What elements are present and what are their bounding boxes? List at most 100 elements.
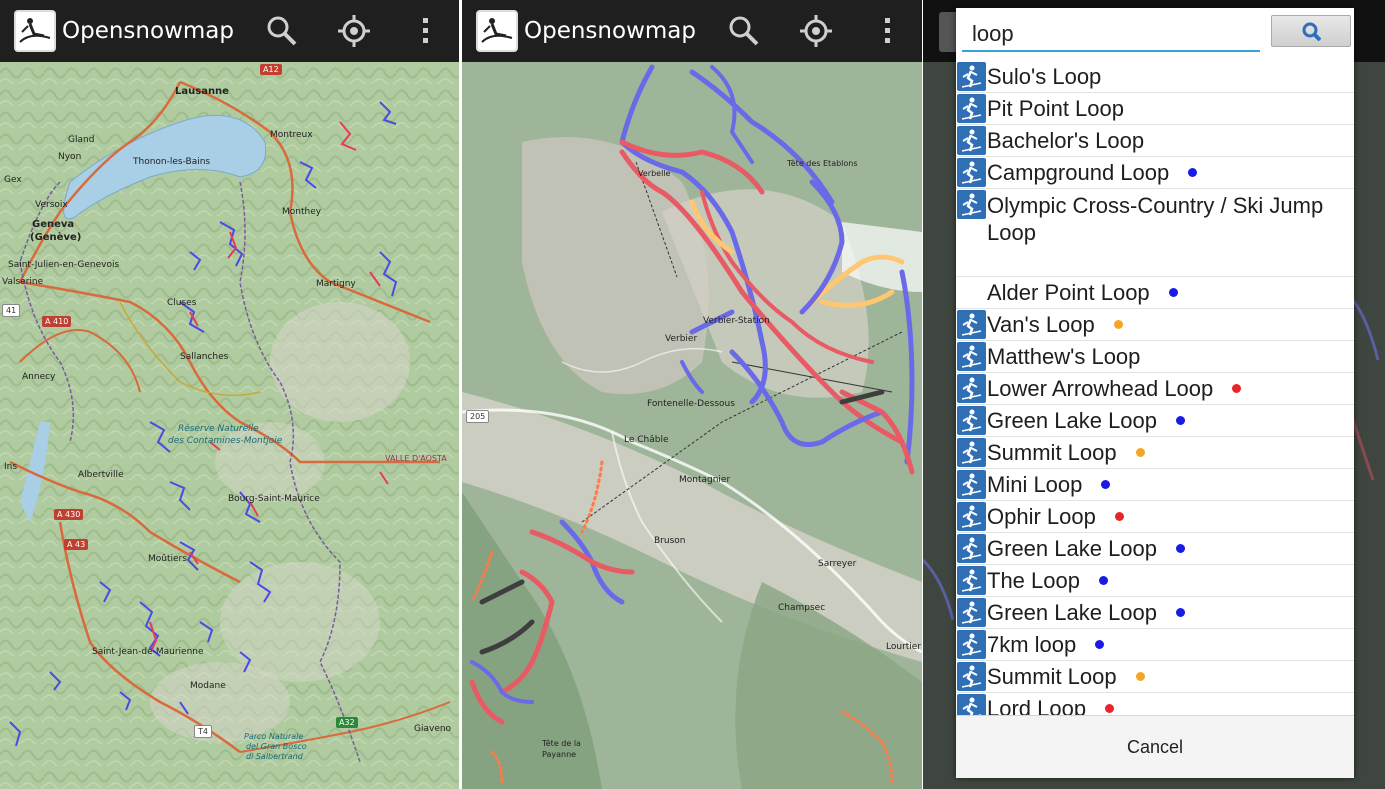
result-label: The Loop	[987, 568, 1108, 594]
result-name: Alder Point Loop	[987, 280, 1150, 305]
result-item[interactable]: Pit Point Loop	[956, 93, 1354, 125]
map-label: Sallanches	[180, 352, 229, 362]
search-button[interactable]	[1271, 15, 1351, 47]
result-item[interactable]: Lower Arrowhead Loop	[956, 373, 1354, 405]
result-name: Summit Loop	[987, 664, 1117, 689]
result-label: Green Lake Loop	[987, 600, 1186, 626]
app-title: Opensnowmap	[524, 18, 696, 44]
result-label: Olympic Cross-Country / Ski Jump Loop	[987, 192, 1352, 246]
result-item[interactable]: Green Lake Loop	[956, 597, 1354, 629]
result-item[interactable]: Summit Loop	[956, 437, 1354, 469]
result-item[interactable]: Campground Loop	[956, 157, 1354, 189]
map-label: del Gran Bosco	[246, 742, 307, 751]
result-label: Lower Arrowhead Loop	[987, 376, 1242, 402]
dialog-footer: Cancel	[956, 715, 1354, 778]
map-label: Gex	[4, 175, 22, 185]
nordic-ski-icon	[957, 126, 986, 155]
search-icon	[1302, 22, 1322, 42]
result-item[interactable]: Bachelor's Loop	[956, 125, 1354, 157]
difficulty-dot	[1101, 479, 1111, 489]
road-shield: A 410	[42, 316, 72, 327]
map-label: Verbier	[665, 334, 698, 344]
map-label: Moûtiers	[148, 554, 187, 564]
map-label: Champsec	[778, 603, 826, 613]
map-label: Tête de la	[542, 739, 581, 748]
result-name: Campground Loop	[987, 160, 1170, 185]
map-label: Martigny	[316, 279, 356, 289]
result-item[interactable]: Green Lake Loop	[956, 533, 1354, 565]
result-item[interactable]: Van's Loop	[956, 309, 1354, 341]
result-label: 7km loop	[987, 632, 1105, 658]
map-view-local[interactable]: Tête des Etablons Verbier Verbier-Statio…	[462, 62, 922, 789]
result-item[interactable]: Alder Point Loop	[956, 277, 1354, 309]
map-label: Monthey	[282, 207, 322, 217]
nordic-ski-icon	[957, 502, 986, 531]
map-label: des Contamines-Montjoie	[168, 436, 283, 446]
map-view-regional[interactable]: Lausanne Gland Montreux Nyon Thonon-les-…	[0, 62, 459, 789]
action-bar: Opensnowmap	[0, 0, 459, 62]
nordic-ski-icon	[957, 342, 986, 371]
road-shield: 205	[466, 410, 490, 423]
app-title: Opensnowmap	[62, 18, 234, 44]
result-label: Matthew's Loop	[987, 344, 1140, 370]
map-label: Tête des Etablons	[787, 159, 858, 168]
skier-logo-icon[interactable]	[476, 10, 518, 52]
result-item[interactable]: The Loop	[956, 565, 1354, 597]
road-shield: A32	[336, 717, 358, 728]
search-icon[interactable]	[264, 13, 300, 49]
cancel-button[interactable]: Cancel	[956, 716, 1354, 778]
result-label: Ophir Loop	[987, 504, 1124, 530]
result-label: Green Lake Loop	[987, 536, 1186, 562]
map-label: Saint-Jean-de-Maurienne	[92, 647, 204, 657]
map-label: Cluses	[167, 298, 197, 308]
overflow-menu-icon[interactable]	[408, 13, 444, 49]
nordic-ski-icon	[957, 534, 986, 563]
map-label: Sarreyer	[818, 559, 857, 569]
result-name: Green Lake Loop	[987, 408, 1158, 433]
result-item[interactable]: Ophir Loop	[956, 501, 1354, 533]
road-shield: A 430	[54, 509, 84, 520]
difficulty-dot	[1176, 415, 1186, 425]
search-input[interactable]	[962, 18, 1260, 52]
result-name: Van's Loop	[987, 312, 1095, 337]
map-label: Modane	[190, 681, 226, 691]
map-label: Montreux	[270, 130, 313, 140]
road-shield: A12	[260, 64, 282, 75]
result-item[interactable]: Sulo's Loop	[956, 61, 1354, 93]
result-name: Summit Loop	[987, 440, 1117, 465]
overflow-menu-icon[interactable]	[870, 13, 906, 49]
search-icon[interactable]	[726, 13, 762, 49]
map-screen-local: Tête des Etablons Verbier Verbier-Statio…	[462, 0, 922, 789]
hillshade-map-local	[462, 62, 922, 789]
result-label: Summit Loop	[987, 664, 1145, 690]
gps-locate-icon[interactable]	[336, 13, 372, 49]
difficulty-dot	[1176, 543, 1186, 553]
result-item[interactable]: Summit Loop	[956, 661, 1354, 693]
difficulty-dot	[1098, 575, 1108, 585]
result-label: Mini Loop	[987, 472, 1111, 498]
nordic-ski-icon	[957, 566, 986, 595]
map-label: Verbier-Station	[703, 316, 770, 326]
map-label: Montagnier	[679, 475, 731, 485]
map-label: Albertville	[78, 470, 124, 480]
result-label: Green Lake Loop	[987, 408, 1186, 434]
result-label: Pit Point Loop	[987, 96, 1124, 122]
gps-locate-icon[interactable]	[798, 13, 834, 49]
result-label: Campground Loop	[987, 160, 1198, 186]
result-item[interactable]: Green Lake Loop	[956, 405, 1354, 437]
result-item[interactable]: Matthew's Loop	[956, 341, 1354, 373]
result-name: 7km loop	[987, 632, 1077, 657]
map-label: Lausanne	[175, 86, 229, 97]
skier-logo-icon[interactable]	[14, 10, 56, 52]
result-item[interactable]: Olympic Cross-Country / Ski Jump Loop	[956, 189, 1354, 277]
nordic-ski-icon	[957, 406, 986, 435]
result-name: Bachelor's Loop	[987, 128, 1145, 153]
result-name: Mini Loop	[987, 472, 1083, 497]
result-item[interactable]: 7km loop	[956, 629, 1354, 661]
result-item[interactable]: Mini Loop	[956, 469, 1354, 501]
nordic-ski-icon	[957, 662, 986, 691]
map-label: Giaveno	[414, 724, 452, 734]
map-label: Payanne	[542, 750, 577, 759]
map-label: Verbelle	[638, 169, 671, 178]
nordic-ski-icon	[957, 438, 986, 467]
